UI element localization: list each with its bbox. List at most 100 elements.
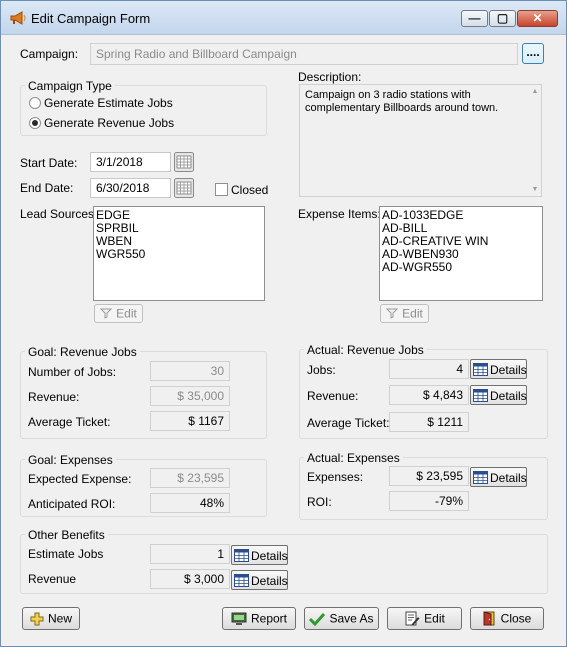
table-icon [234,574,249,588]
details-label: Details [251,548,288,563]
scroll-down-icon[interactable]: ▼ [530,186,540,193]
start-date-label: Start Date: [20,156,78,170]
estimate-jobs-radio[interactable] [29,97,41,109]
expense-items-list[interactable]: AD-1033EDGE AD-BILL AD-CREATIVE WIN AD-W… [379,206,543,301]
end-date-field[interactable]: 6/30/2018 [90,178,171,198]
report-button[interactable]: Report [222,607,296,630]
description-textarea[interactable]: Campaign on 3 radio stations with comple… [299,84,542,197]
actual-avg-ticket-field: $ 1211 [389,412,469,432]
expected-expense-label: Expected Expense: [28,472,132,486]
filter-edit-icon [100,308,113,320]
expense-items-edit-button[interactable]: Edit [380,304,429,323]
anticipated-roi-label: Anticipated ROI: [28,497,116,511]
maximize-button[interactable]: ▢ [489,10,516,27]
table-icon [234,549,249,563]
filter-edit-icon [386,308,399,320]
edit-button[interactable]: Edit [387,607,462,630]
edit-document-icon [405,611,420,626]
actual-revenue-label: Revenue: [307,389,359,403]
maximize-icon: ▢ [496,11,509,25]
goal-jobs-field[interactable]: 30 [150,361,230,381]
other-benefits-title: Other Benefits [25,528,108,542]
description-label: Description: [298,70,362,84]
new-button[interactable]: New [22,607,80,630]
checkmark-icon [309,612,326,626]
lead-sources-label: Lead Sources: [20,207,98,221]
details-label: Details [251,573,288,588]
goal-revenue-field[interactable]: $ 35,000 [150,386,230,406]
actual-revenue-field: $ 4,843 [389,385,469,405]
estimate-jobs-benefit-label: Estimate Jobs [28,547,104,561]
campaign-label: Campaign: [20,47,79,61]
actual-avg-ticket-label: Average Ticket: [307,416,390,430]
benefit-revenue-field: $ 3,000 [150,569,230,589]
goal-expenses-title: Goal: Expenses [25,453,116,467]
plus-icon [30,612,44,626]
closed-label[interactable]: Closed [231,183,268,197]
revenue-jobs-label[interactable]: Generate Revenue Jobs [44,116,174,130]
window-title: Edit Campaign Form [31,11,151,26]
goal-avg-ticket-field: $ 1167 [150,411,230,431]
calendar-icon[interactable] [174,152,194,172]
description-text: Campaign on 3 radio stations with comple… [305,89,499,114]
lead-sources-edit-button[interactable]: Edit [94,304,143,323]
exit-door-icon [483,611,495,626]
list-item[interactable]: WGR550 [96,248,262,261]
actual-revenue-title: Actual: Revenue Jobs [304,343,427,357]
expense-items-label: Expense Items: [298,207,381,221]
actual-expenses-title: Actual: Expenses [304,451,403,465]
table-icon [473,363,488,377]
actual-expenses-label: Expenses: [307,470,364,484]
actual-roi-field: -79% [389,491,469,511]
title-bar[interactable]: Edit Campaign Form — ▢ ✕ [1,1,566,35]
campaign-browse-button[interactable]: .... [522,43,544,64]
revenue-jobs-radio[interactable] [29,117,41,129]
close-icon: ✕ [532,11,543,25]
close-label: Close [500,611,532,626]
anticipated-roi-field: 48% [150,493,230,513]
goal-revenue-title: Goal: Revenue Jobs [25,345,140,359]
save-as-button[interactable]: Save As [304,607,379,630]
list-item[interactable]: AD-WGR550 [382,261,540,274]
calendar-icon[interactable] [174,178,194,198]
scroll-up-icon[interactable]: ▲ [530,88,540,95]
edit-campaign-window: Edit Campaign Form — ▢ ✕ Campaign: Sprin… [0,0,567,647]
details-label: Details [490,388,527,403]
benefit-revenue-details-button[interactable]: Details [231,570,288,590]
actual-revenue-details-button[interactable]: Details [470,385,527,405]
details-label: Details [490,362,527,377]
lead-sources-list[interactable]: EDGE SPRBIL WBEN WGR550 [93,206,265,301]
campaign-type-title: Campaign Type [25,79,115,93]
table-icon [473,471,488,485]
close-button[interactable]: Close [470,607,544,630]
actual-jobs-details-button[interactable]: Details [470,359,527,379]
lead-sources-edit-label: Edit [116,306,137,321]
close-window-button[interactable]: ✕ [517,10,558,27]
actual-expenses-details-button[interactable]: Details [470,467,527,487]
goal-avg-ticket-label: Average Ticket: [28,415,111,429]
start-date-field[interactable]: 3/1/2018 [90,152,171,172]
estimate-jobs-label[interactable]: Generate Estimate Jobs [44,96,173,110]
actual-jobs-field: 4 [389,359,469,379]
table-icon [473,389,488,403]
actual-roi-label: ROI: [307,495,332,509]
goal-jobs-label: Number of Jobs: [28,365,117,379]
save-as-label: Save As [329,611,374,626]
megaphone-icon [10,11,26,25]
expense-items-edit-label: Edit [402,306,423,321]
estimate-jobs-details-button[interactable]: Details [231,545,288,565]
monitor-report-icon [231,612,247,625]
minimize-icon: — [468,11,481,25]
goal-revenue-label: Revenue: [28,390,80,404]
report-label: Report [250,611,288,626]
minimize-button[interactable]: — [461,10,488,27]
closed-checkbox[interactable] [215,183,228,196]
end-date-label: End Date: [20,181,74,195]
expected-expense-field[interactable]: $ 23,595 [150,468,230,488]
details-label: Details [490,470,527,485]
actual-expenses-field: $ 23,595 [389,466,469,486]
edit-label: Edit [424,611,445,626]
benefit-revenue-label: Revenue [28,572,77,586]
campaign-field[interactable]: Spring Radio and Billboard Campaign [90,43,518,65]
actual-jobs-label: Jobs: [307,363,336,377]
